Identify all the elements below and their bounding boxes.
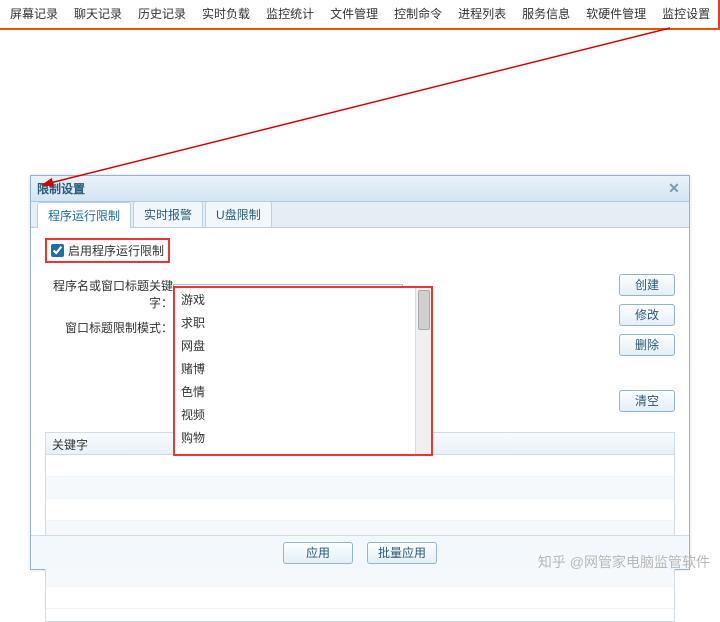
top-menu-item[interactable]: 聊天记录 [66,0,130,28]
dropdown-list: 游戏求职网盘赌博色情视频购物自定义... [175,288,415,454]
top-menu-item[interactable]: 软硬件管理 [578,0,654,28]
table-row[interactable] [46,455,674,477]
clear-button[interactable]: 清空 [619,390,675,412]
create-button[interactable]: 创建 [619,274,675,296]
dialog-tabs: 程序运行限制实时报警U盘限制 [31,202,689,228]
top-menu-item[interactable]: 监控设置 [654,0,718,28]
table-row[interactable] [46,477,674,499]
enable-program-restrict-checkbox[interactable]: 启用程序运行限制 [45,238,170,263]
modify-button[interactable]: 修改 [619,304,675,326]
top-menu-item[interactable]: 进程列表 [450,0,514,28]
dialog-tab[interactable]: 实时报警 [133,201,203,227]
top-menu-item[interactable]: 服务信息 [514,0,578,28]
dialog-titlebar: 限制设置 ✕ [31,176,689,202]
batch-apply-button[interactable]: 批量应用 [367,542,437,564]
dropdown-item[interactable]: 色情 [175,380,415,403]
keyword-table: 关键字 [45,432,675,622]
scrollbar-thumb[interactable] [418,290,430,330]
dialog-footer: 应用 批量应用 [31,535,689,569]
side-buttons: 创建 修改 删除 清空 [619,274,675,412]
keyword-dropdown: 游戏求职网盘赌博色情视频购物自定义... [173,286,433,456]
top-menu-bar: 屏幕记录聊天记录历史记录实时负载监控统计文件管理控制命令进程列表服务信息软硬件管… [0,0,720,30]
dropdown-item[interactable]: 网盘 [175,334,415,357]
dropdown-item[interactable]: 自定义... [175,449,415,454]
apply-button[interactable]: 应用 [283,542,353,564]
enable-checkbox-input[interactable] [51,244,64,257]
dropdown-item[interactable]: 赌博 [175,357,415,380]
table-row[interactable] [46,587,674,609]
delete-button[interactable]: 删除 [619,334,675,356]
top-menu-item[interactable]: 屏幕记录 [2,0,66,28]
dialog-title: 限制设置 [37,180,85,197]
top-menu-item[interactable]: 文件管理 [322,0,386,28]
mode-label: 窗口标题限制模式： [45,319,173,336]
top-menu-item[interactable]: 实时负载 [194,0,258,28]
table-body [46,455,674,609]
dropdown-item[interactable]: 购物 [175,426,415,449]
keyword-label: 程序名或窗口标题关键字： [45,277,173,311]
dialog-content: 启用程序运行限制 程序名或窗口标题关键字： ▾ 窗口标题限制模式： 结 游戏求职… [31,228,689,569]
dropdown-scrollbar[interactable] [415,288,431,454]
top-menu-item[interactable]: 历史记录 [130,0,194,28]
restrict-settings-dialog: 限制设置 ✕ 程序运行限制实时报警U盘限制 启用程序运行限制 程序名或窗口标题关… [30,175,690,570]
dropdown-item[interactable]: 求职 [175,311,415,334]
dropdown-item[interactable]: 游戏 [175,288,415,311]
dialog-tab[interactable]: U盘限制 [205,201,272,227]
enable-checkbox-label: 启用程序运行限制 [68,242,164,259]
dialog-tab[interactable]: 程序运行限制 [37,202,131,228]
table-row[interactable] [46,499,674,521]
close-icon[interactable]: ✕ [665,180,683,198]
dropdown-item[interactable]: 视频 [175,403,415,426]
top-menu-item[interactable]: 监控统计 [258,0,322,28]
top-menu-item[interactable]: 控制命令 [386,0,450,28]
